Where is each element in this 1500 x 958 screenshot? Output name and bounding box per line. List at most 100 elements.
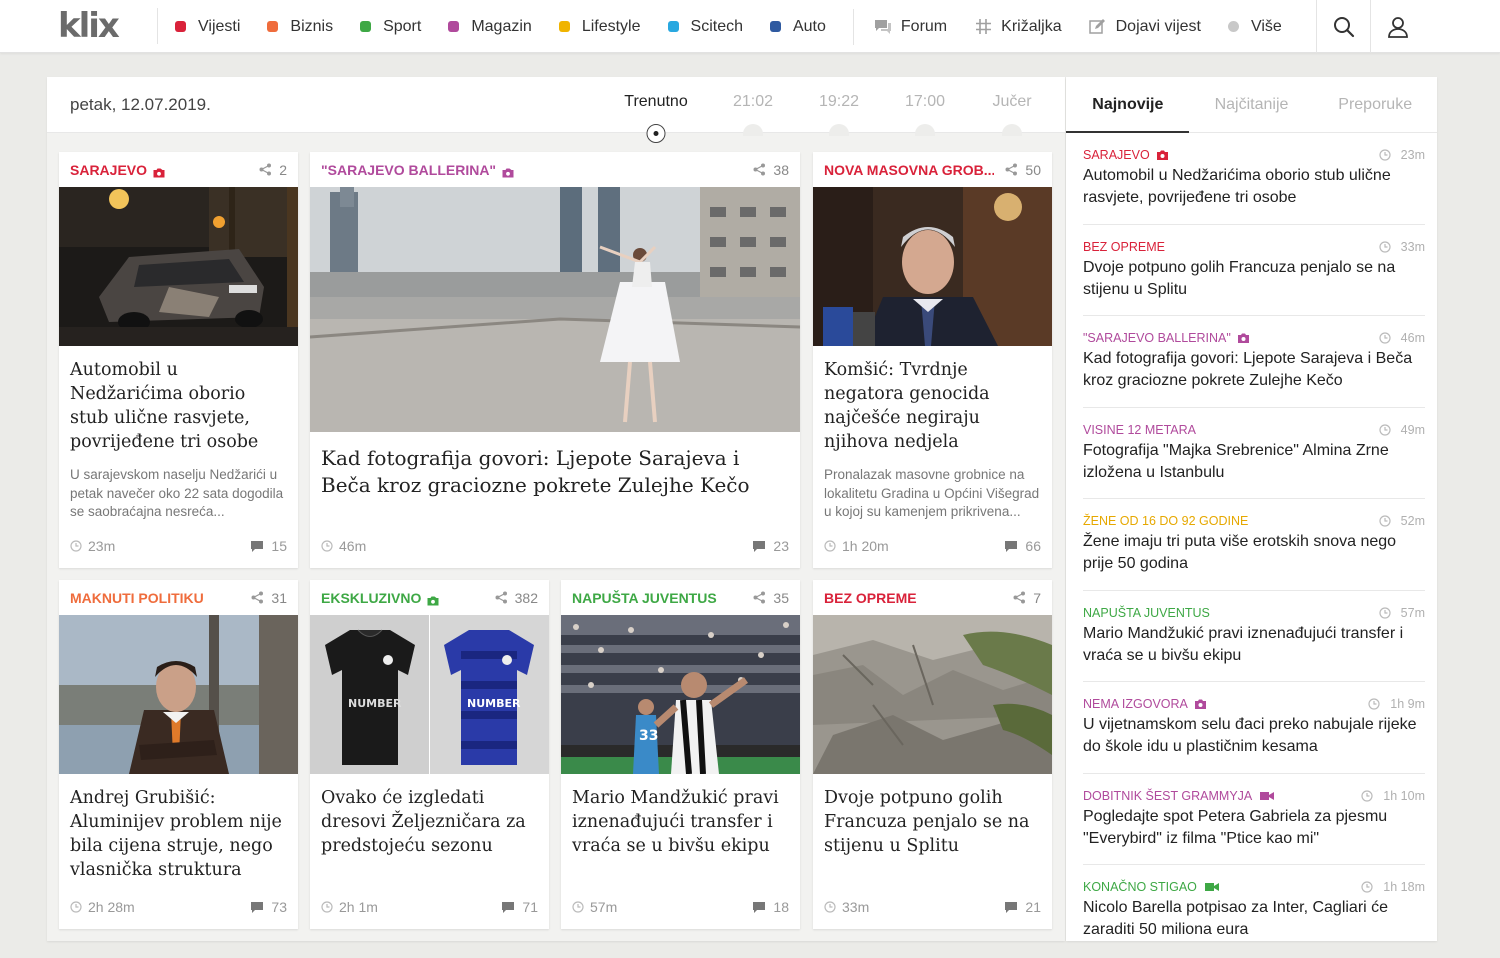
sidebar-item-title[interactable]: Žene imaju tri puta više erotskih snova … <box>1083 531 1425 575</box>
share-count[interactable]: 382 <box>495 590 538 606</box>
comment-count[interactable]: 21 <box>1004 899 1041 915</box>
article-title[interactable]: Andrej Grubišić: Aluminijev problem nije… <box>59 774 298 882</box>
timeline-now[interactable]: Trenutno <box>624 93 687 111</box>
timeline-1700[interactable]: 17:00 <box>905 93 945 111</box>
article-category[interactable]: EKSKLUZIVNO <box>321 590 439 606</box>
article-lead: U sarajevskom naselju Nedžarići u petak … <box>70 467 284 519</box>
sidebar-item-title[interactable]: Nicolo Barella potpisao za Inter, Caglia… <box>1083 897 1425 941</box>
share-count[interactable]: 35 <box>753 590 789 606</box>
article-card[interactable]: SARAJEVO 2 Automobil u Nedžarićima obori… <box>59 152 298 568</box>
category-label: DOBITNIK ŠEST GRAMMYJA <box>1083 788 1253 803</box>
search-button[interactable] <box>1316 0 1370 53</box>
timeline-2102[interactable]: 21:02 <box>733 93 773 111</box>
article-card[interactable]: EKSKLUZIVNO 382 NUMBER NUMBER Ovako će i… <box>310 580 549 929</box>
article-category[interactable]: MAKNUTI POLITIKU <box>70 590 204 606</box>
sidebar-news-item[interactable]: SARAJEVO 23m Automobil u Nedžarićima obori… <box>1083 133 1425 225</box>
article-image-jerseys[interactable]: NUMBER NUMBER <box>310 615 549 774</box>
article-card[interactable]: BEZ OPREME 7 Dvoje potpuno golih Francuz… <box>813 580 1052 929</box>
nav-item-lifestyle[interactable]: Lifestyle <box>558 0 641 53</box>
sidebar-item-title[interactable]: U vijetnamskom selu đaci preko nabujale … <box>1083 714 1425 758</box>
comment-count[interactable]: 66 <box>1004 538 1041 554</box>
sidebar-item-title[interactable]: Dvoje potpuno golih Francuza penjalo se … <box>1083 257 1425 301</box>
article-image-mandzukic[interactable]: 33 <box>561 615 800 774</box>
article-category[interactable]: BEZ OPREME <box>824 590 917 606</box>
article-image-car-crash[interactable] <box>59 187 298 346</box>
article-image-komsic[interactable] <box>813 187 1052 346</box>
timeline-marker[interactable] <box>743 124 763 136</box>
timeline-active-marker[interactable] <box>646 124 666 143</box>
sidebar-news-item[interactable]: BEZ OPREME 33m Dvoje potpuno golih Francuz… <box>1083 225 1425 316</box>
sidebar-news-item[interactable]: "SARAJEVO BALLERINA" 46m Kad fotografija g… <box>1083 316 1425 408</box>
article-title[interactable]: Ovako će izgledati dresovi Željezničara … <box>310 774 549 858</box>
sidebar-item-category[interactable]: BEZ OPREME <box>1083 240 1165 254</box>
sidebar-item-category[interactable]: VISINE 12 METARA <box>1083 423 1196 437</box>
share-count[interactable]: 2 <box>259 162 287 178</box>
article-image-grubisic[interactable] <box>59 615 298 774</box>
sidebar-item-category[interactable]: KONAČNO STIGAO <box>1083 880 1219 894</box>
nav-item-sport[interactable]: Sport <box>360 0 421 53</box>
sidebar-news-item[interactable]: NEMA IZGOVORA 1h 9m U vijetnamskom selu đa… <box>1083 682 1425 774</box>
tab-najnovije[interactable]: Najnovije <box>1066 77 1190 132</box>
sidebar-item-title[interactable]: Kad fotografija govori: Ljepote Sarajeva… <box>1083 348 1425 392</box>
sidebar-news-item[interactable]: DOBITNIK ŠEST GRAMMYJA 1h 10m Pogledajte s… <box>1083 774 1425 865</box>
sidebar-news-item[interactable]: ŽENE OD 16 DO 92 GODINE 52m Žene imaju tri… <box>1083 499 1425 591</box>
article-image-cliff[interactable] <box>813 615 1052 774</box>
article-image-ballerina[interactable] <box>310 187 800 432</box>
sidebar-item-title[interactable]: Mario Mandžukić pravi iznenađujući trans… <box>1083 623 1425 667</box>
sidebar-news-item[interactable]: NAPUŠTA JUVENTUS 57m Mario Mandžukić pravi… <box>1083 591 1425 682</box>
nav-item-dojavi[interactable]: Dojavi vijest <box>1089 0 1201 53</box>
nav-item-forum[interactable]: Forum <box>874 0 947 53</box>
nav-item-scitech[interactable]: Scitech <box>667 0 743 53</box>
tab-najcitanije[interactable]: Najčitanije <box>1190 77 1314 132</box>
site-logo[interactable]: klix <box>58 9 120 43</box>
article-card[interactable]: MAKNUTI POLITIKU 31 Andrej Grubišić: Alu… <box>59 580 298 929</box>
nav-item-magazin[interactable]: Magazin <box>448 0 532 53</box>
timeline-marker[interactable] <box>1002 124 1022 136</box>
article-category[interactable]: NOVA MASOVNA GROB... <box>824 162 994 178</box>
sidebar-item-title[interactable]: Pogledajte spot Petera Gabriela za pjesm… <box>1083 806 1425 850</box>
clock-icon <box>824 901 836 913</box>
tab-preporuke[interactable]: Preporuke <box>1313 77 1437 132</box>
sidebar-item-category[interactable]: DOBITNIK ŠEST GRAMMYJA <box>1083 788 1275 803</box>
timeline-marker[interactable] <box>915 124 935 136</box>
sidebar-item-category[interactable]: SARAJEVO <box>1083 148 1169 162</box>
share-count[interactable]: 38 <box>753 162 789 178</box>
share-count[interactable]: 7 <box>1013 590 1041 606</box>
sidebar-item-category[interactable]: ŽENE OD 16 DO 92 GODINE <box>1083 514 1248 528</box>
account-button[interactable] <box>1370 0 1424 53</box>
article-title[interactable]: Komšić: Tvrdnje negatora genocida najčeš… <box>813 346 1052 454</box>
comment-count[interactable]: 73 <box>250 899 287 915</box>
sidebar-item-title[interactable]: Fotografija "Majka Srebrenice" Almina Zr… <box>1083 440 1425 484</box>
comment-count[interactable]: 18 <box>752 899 789 915</box>
share-icon <box>1013 591 1026 604</box>
comment-count[interactable]: 15 <box>250 538 287 554</box>
article-title[interactable]: Automobil u Nedžarićima oborio stub ulič… <box>59 346 298 454</box>
nav-item-krizaljka[interactable]: Križaljka <box>974 0 1062 53</box>
article-title[interactable]: Dvoje potpuno golih Francuza penjalo se … <box>813 774 1052 858</box>
timeline-1922[interactable]: 19:22 <box>819 93 859 111</box>
article-category[interactable]: NAPUŠTA JUVENTUS <box>572 590 717 606</box>
article-title[interactable]: Kad fotografija govori: Ljepote Sarajeva… <box>310 432 800 499</box>
timeline-marker[interactable] <box>829 124 849 136</box>
article-category[interactable]: "SARAJEVO BALLERINA" <box>321 162 514 178</box>
article-title[interactable]: Mario Mandžukić pravi iznenađujući trans… <box>561 774 800 858</box>
sidebar-item-category[interactable]: NAPUŠTA JUVENTUS <box>1083 606 1210 620</box>
sidebar-item-category[interactable]: NEMA IZGOVORA <box>1083 697 1207 711</box>
nav-item-vise[interactable]: Više <box>1227 0 1282 53</box>
sidebar-news-item[interactable]: KONAČNO STIGAO 1h 18m Nicolo Barella potpi… <box>1083 865 1425 941</box>
timeline-yesterday[interactable]: Jučer <box>992 93 1031 111</box>
article-category[interactable]: SARAJEVO <box>70 162 165 178</box>
article-card-featured[interactable]: "SARAJEVO BALLERINA" 38 Kad fotografija … <box>310 152 800 568</box>
sidebar-item-title[interactable]: Automobil u Nedžarićima oborio stub ulič… <box>1083 165 1425 209</box>
article-card[interactable]: NOVA MASOVNA GROB... 50 Komšić: Tvrdnje … <box>813 152 1052 568</box>
share-count[interactable]: 31 <box>251 590 287 606</box>
nav-item-vijesti[interactable]: Vijesti <box>175 0 240 53</box>
comment-count[interactable]: 71 <box>501 899 538 915</box>
nav-item-biznis[interactable]: Biznis <box>267 0 333 53</box>
sidebar-news-item[interactable]: VISINE 12 METARA 49m Fotografija "Majka Sr… <box>1083 408 1425 499</box>
sidebar-item-category[interactable]: "SARAJEVO BALLERINA" <box>1083 331 1250 345</box>
comment-count[interactable]: 23 <box>752 538 789 554</box>
article-card[interactable]: NAPUŠTA JUVENTUS 35 33 Mario Mandžukić p… <box>561 580 800 929</box>
share-count[interactable]: 50 <box>1005 162 1041 178</box>
nav-item-auto[interactable]: Auto <box>769 0 826 53</box>
